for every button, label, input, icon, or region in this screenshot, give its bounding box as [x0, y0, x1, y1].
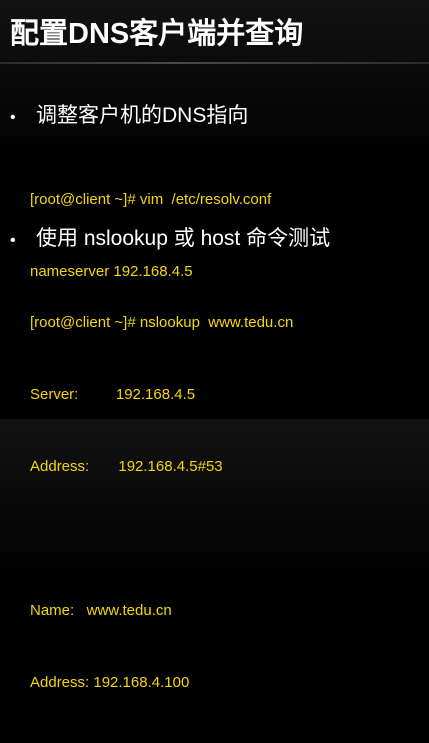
slide: 配置DNS客户端并查询 • 调整客户机的DNS指向 [root@client ~… — [0, 0, 429, 691]
title-divider — [0, 62, 429, 64]
code-line: Address: 192.168.4.100 — [30, 674, 190, 691]
bullet-text: 使用 nslookup 或 host 命令测试 — [36, 227, 331, 250]
slide-title: 配置DNS客户端并查询 — [10, 18, 304, 50]
bullet-item-dns-config: • 调整客户机的DNS指向 — [8, 99, 248, 129]
code-line: Name: www.tedu.cn — [30, 602, 172, 619]
bullet-text: 调整客户机的DNS指向 — [36, 104, 249, 127]
code-line: Server: 192.168.4.5 — [30, 386, 196, 403]
code-block-nslookup-output: [root@client ~]# nslookup www.tedu.cn Se… — [30, 263, 293, 743]
code-line: [root@client ~]# nslookup www.tedu.cn — [30, 314, 294, 331]
bullet-item-nslookup-test: • 使用 nslookup 或 host 命令测试 — [8, 222, 330, 252]
code-line: Address: 192.168.4.5#53 — [30, 458, 223, 475]
bullet-dot-icon: • — [10, 232, 16, 249]
bullet-dot-icon: • — [10, 109, 16, 126]
code-line: [root@client ~]# vim /etc/resolv.conf — [30, 191, 272, 208]
